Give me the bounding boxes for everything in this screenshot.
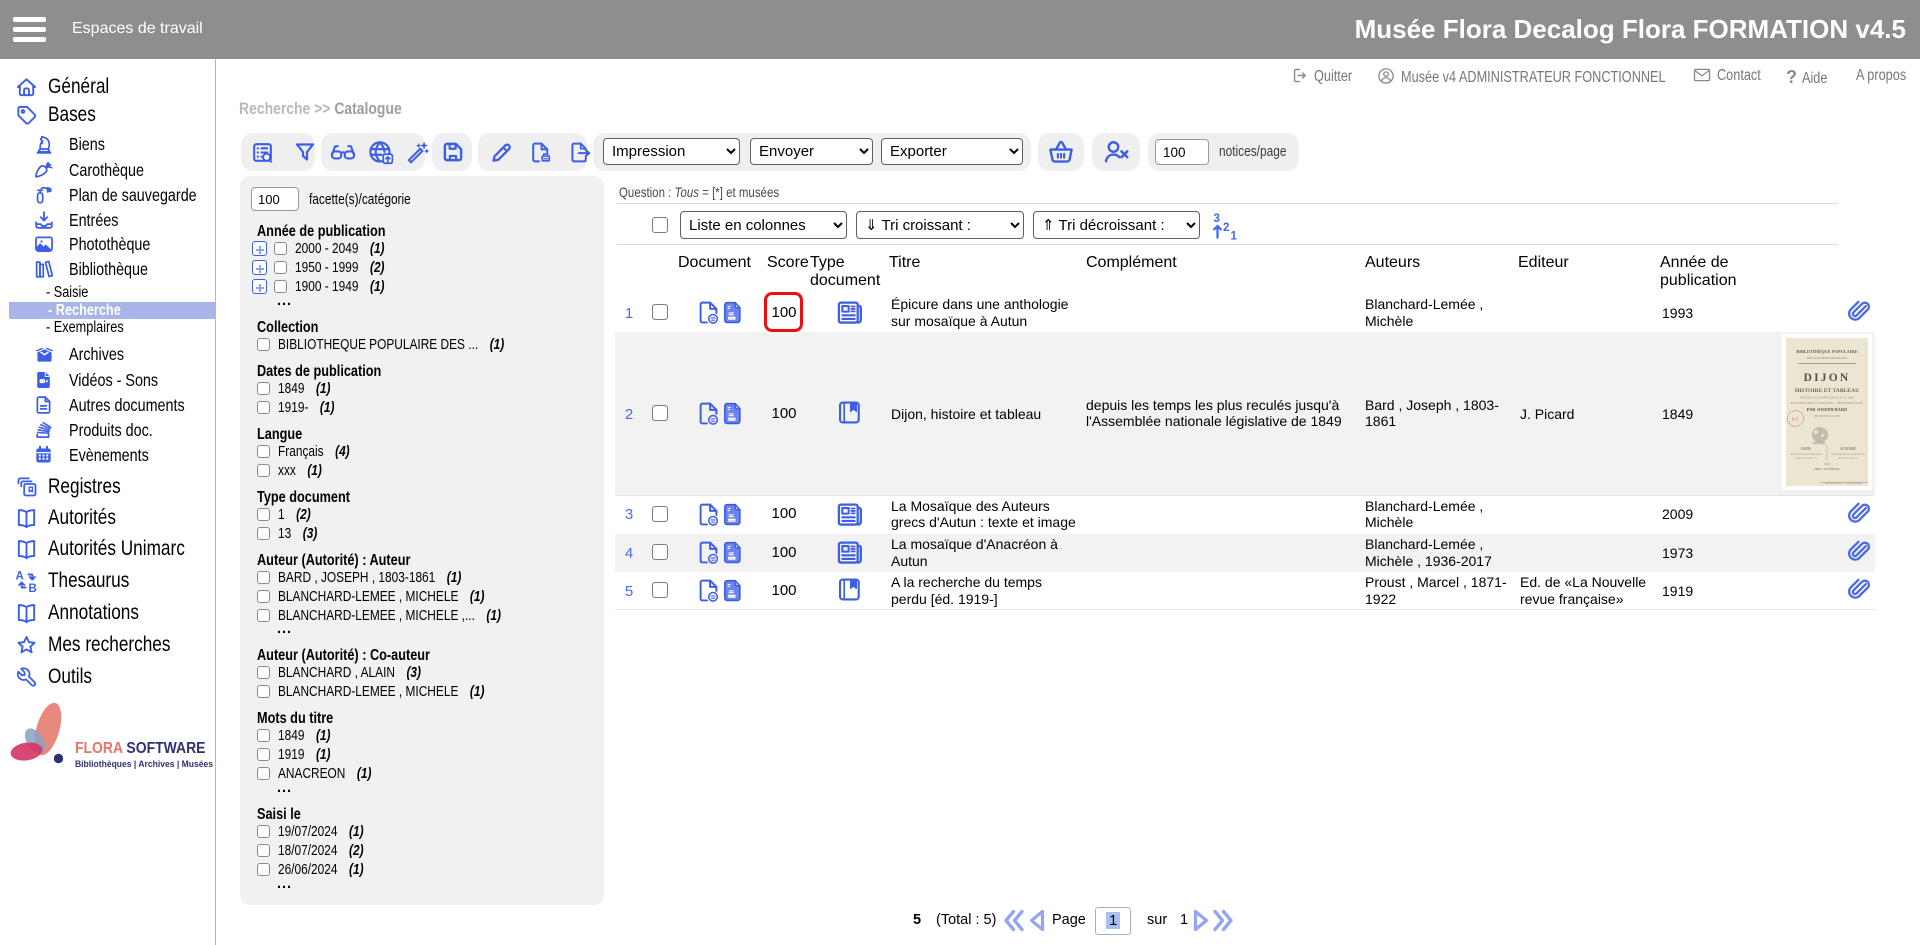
svg-text:IMPRIMERIE DE MAILLEFER: IMPRIMERIE DE MAILLEFER <box>1831 453 1865 456</box>
svg-text:BIBLIOTHÈQUE POPULAIRE: BIBLIOTHÈQUE POPULAIRE <box>1796 349 1857 354</box>
svg-text:RUE DES GRÈS, 19: RUE DES GRÈS, 19 <box>1795 457 1817 460</box>
svg-text:AUXERRE: AUXERRE <box>1840 447 1858 451</box>
svg-text:DES AUTEURS FRANÇAIS: DES AUTEURS FRANÇAIS <box>1807 356 1847 360</box>
svg-text:HISTOIRE ET TABLEAU: HISTOIRE ET TABLEAU <box>1795 388 1859 394</box>
svg-text:A: A <box>16 570 24 582</box>
svg-text:2: 2 <box>1223 222 1229 234</box>
svg-text:BIBLIOTHÈQUE — VILLE DE DIJON: BIBLIOTHÈQUE — VILLE DE DIJON <box>1825 482 1863 485</box>
svg-text:DEPUIS LES TEMPS RECULÉS À 184: DEPUIS LES TEMPS RECULÉS À 1849 <box>1800 395 1854 400</box>
svg-text:1849: 1849 <box>1824 462 1830 466</box>
svg-text:(DE BOURGOGNE): (DE BOURGOGNE) <box>1814 414 1840 418</box>
svg-text:RUE DE PARIS, 21: RUE DE PARIS, 21 <box>1838 457 1859 460</box>
svg-text:B: B <box>29 583 37 593</box>
svg-text:PAR JOSEPH BARD: PAR JOSEPH BARD <box>1807 407 1847 412</box>
svg-text:CHEZ TOUS LES LIBRAIRES: CHEZ TOUS LES LIBRAIRES <box>1790 453 1823 456</box>
svg-text:DIJON: DIJON <box>1804 372 1851 384</box>
svg-text:B.P.: B.P. <box>1792 417 1799 422</box>
svg-text:3: 3 <box>1214 213 1220 225</box>
svg-text:PRIX : UN FRANC: PRIX : UN FRANC <box>1814 467 1840 471</box>
svg-text:PARIS: PARIS <box>1801 447 1811 451</box>
svg-text:SUIVI D'HISTOIRE DU CONCOURS —: SUIVI D'HISTOIRE DU CONCOURS — RÉPUBLIQU… <box>1791 402 1864 405</box>
svg-text:1: 1 <box>1231 231 1238 242</box>
